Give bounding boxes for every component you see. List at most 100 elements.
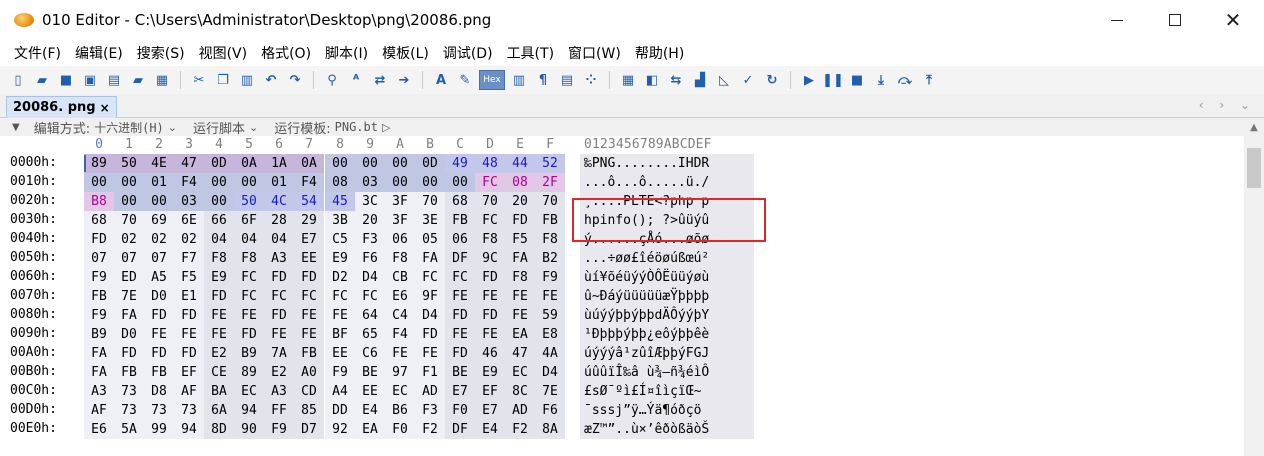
ascii-text[interactable]: úûûïÎ‰â ù¾—ñ¾éìÔ <box>584 363 709 382</box>
hex-byte[interactable]: F1 <box>415 363 445 382</box>
hex-byte[interactable]: FE <box>234 306 264 325</box>
chart-icon[interactable]: ◺ <box>714 70 734 90</box>
hex-byte[interactable]: F9 <box>325 363 355 382</box>
edit-icon[interactable]: ✎ <box>455 70 475 90</box>
hex-byte[interactable]: 70 <box>114 211 144 230</box>
hex-byte[interactable]: F2 <box>415 420 445 439</box>
hex-byte[interactable]: 50 <box>234 192 264 211</box>
hex-byte[interactable]: 20 <box>355 211 385 230</box>
hex-byte[interactable]: F6 <box>355 249 385 268</box>
hex-byte[interactable]: FB <box>144 363 174 382</box>
hex-byte[interactable]: 00 <box>84 173 114 192</box>
hex-byte[interactable]: 8A <box>535 420 565 439</box>
hex-byte[interactable]: 68 <box>84 211 114 230</box>
hex-byte[interactable]: D4 <box>535 363 565 382</box>
hex-byte[interactable]: FB <box>114 363 144 382</box>
hex-byte[interactable]: FE <box>445 325 475 344</box>
hex-byte[interactable]: FE <box>385 344 415 363</box>
chevron-down-icon[interactable]: ⌄ <box>168 121 177 134</box>
hex-byte[interactable]: 4E <box>144 154 174 173</box>
hex-byte[interactable]: F5 <box>174 268 204 287</box>
hex-byte[interactable]: D4 <box>355 268 385 287</box>
hex-byte[interactable]: BE <box>445 363 475 382</box>
hex-byte[interactable]: E6 <box>84 420 114 439</box>
hex-byte[interactable]: F5 <box>505 230 535 249</box>
hex-byte[interactable]: FC <box>234 287 264 306</box>
hex-byte[interactable]: 49 <box>445 154 475 173</box>
hex-byte[interactable]: 94 <box>174 420 204 439</box>
hex-byte[interactable]: FD <box>294 268 324 287</box>
refresh-icon[interactable]: ↻ <box>762 70 782 90</box>
hex-byte[interactable]: E4 <box>475 420 505 439</box>
hex-byte[interactable]: B8 <box>84 192 114 211</box>
hex-byte[interactable]: 2F <box>535 173 565 192</box>
menu-item[interactable]: 模板(L) <box>376 43 437 63</box>
hex-byte[interactable]: F2 <box>505 420 535 439</box>
hex-byte[interactable]: 0D <box>204 154 234 173</box>
hex-byte[interactable]: FB <box>445 211 475 230</box>
hex-byte[interactable]: 9F <box>415 287 445 306</box>
hex-byte[interactable]: F4 <box>385 325 415 344</box>
hex-byte[interactable]: 00 <box>144 192 174 211</box>
hex-byte[interactable]: 1A <box>264 154 294 173</box>
hex-byte[interactable]: E7 <box>294 230 324 249</box>
inspector-icon[interactable]: ◧ <box>642 70 662 90</box>
hex-byte[interactable]: FD <box>475 306 505 325</box>
hex-byte[interactable]: EC <box>234 382 264 401</box>
hex-byte[interactable]: FD <box>234 325 264 344</box>
hex-byte[interactable]: FE <box>294 306 324 325</box>
hex-byte[interactable]: FD <box>475 268 505 287</box>
hex-byte[interactable]: F0 <box>385 420 415 439</box>
hex-byte[interactable]: F9 <box>264 420 294 439</box>
hex-byte[interactable]: 00 <box>445 173 475 192</box>
hex-byte[interactable]: 73 <box>114 401 144 420</box>
hex-byte[interactable]: 5A <box>114 420 144 439</box>
hex-byte[interactable]: 47 <box>174 154 204 173</box>
hex-byte[interactable]: F0 <box>445 401 475 420</box>
ascii-text[interactable]: £sØ¯ºì£Í¤îì­çïŒ~ <box>584 382 701 401</box>
hex-byte[interactable]: 00 <box>204 192 234 211</box>
hex-byte[interactable]: 68 <box>445 192 475 211</box>
ascii-text[interactable]: úýýýâ¹zûîÆþþýFGJ <box>584 344 709 363</box>
hex-byte[interactable]: FC <box>475 173 505 192</box>
hex-byte[interactable]: F8 <box>535 230 565 249</box>
hex-byte[interactable]: 0A <box>294 154 324 173</box>
hex-byte[interactable]: 07 <box>144 249 174 268</box>
hex-byte[interactable]: FC <box>234 268 264 287</box>
hex-byte[interactable]: FC <box>294 287 324 306</box>
hex-byte[interactable]: F8 <box>234 249 264 268</box>
hex-byte[interactable]: A3 <box>264 249 294 268</box>
ascii-text[interactable]: ...ô...ô.....ü./ <box>584 173 709 192</box>
ascii-text[interactable]: ...÷øø£îéöøúßœú² <box>584 249 709 268</box>
hex-byte[interactable]: F9 <box>84 268 114 287</box>
checksum-icon[interactable]: ✓ <box>738 70 758 90</box>
hex-byte[interactable]: FE <box>174 325 204 344</box>
close-button[interactable]: ✕ <box>1210 0 1256 40</box>
hex-byte[interactable]: C4 <box>385 306 415 325</box>
hex-byte[interactable]: E2 <box>204 344 234 363</box>
replace-icon[interactable]: ᴬ <box>346 70 366 90</box>
hex-byte[interactable]: 70 <box>475 192 505 211</box>
hex-byte[interactable]: F8 <box>505 268 535 287</box>
hex-byte[interactable]: FD <box>264 306 294 325</box>
vertical-scrollbar[interactable]: ▲ <box>1244 118 1264 456</box>
run-script-label[interactable]: 运行脚本 <box>193 118 245 137</box>
ascii-text[interactable]: ¹Ðþþþýþþ¿eôýþþêè <box>584 325 709 344</box>
hex-byte[interactable]: FE <box>204 325 234 344</box>
hex-byte[interactable]: BE <box>355 363 385 382</box>
hex-byte[interactable]: 89 <box>234 363 264 382</box>
hex-byte[interactable]: B6 <box>385 401 415 420</box>
hex-byte[interactable]: 48 <box>475 154 505 173</box>
hex-byte[interactable]: F8 <box>204 249 234 268</box>
hex-byte[interactable]: 65 <box>355 325 385 344</box>
edit-mode-dropdown[interactable]: 十六进制(H) <box>94 119 164 136</box>
hex-byte[interactable]: 07 <box>84 249 114 268</box>
hex-byte[interactable]: 73 <box>114 382 144 401</box>
stop-icon[interactable]: ■ <box>847 70 867 90</box>
hex-byte[interactable]: FA <box>505 249 535 268</box>
redo-icon[interactable]: ↷ <box>285 70 305 90</box>
hex-byte[interactable]: F4 <box>294 173 324 192</box>
ascii-text[interactable]: ùí¥õéüýýÒÔËüüýøù <box>584 268 709 287</box>
pilcrow-icon[interactable]: ¶ <box>533 70 553 90</box>
hex-byte[interactable]: EF <box>475 382 505 401</box>
